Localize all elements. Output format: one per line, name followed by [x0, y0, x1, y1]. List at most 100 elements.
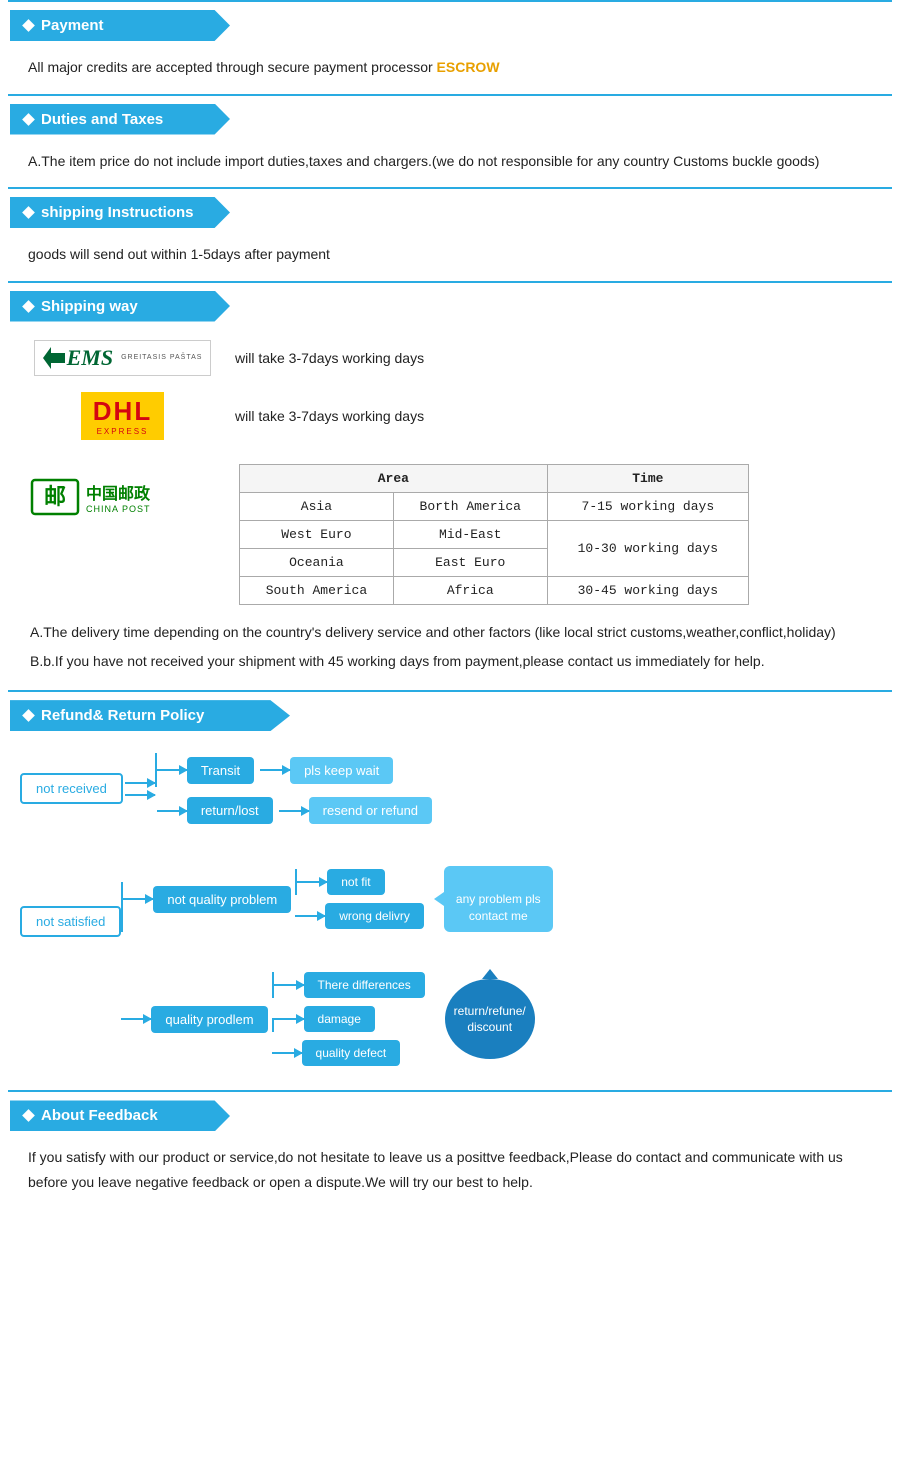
not-satisfied-group: not satisfied not quality problem	[20, 846, 880, 1066]
pls-keep-wait-label: pls keep wait	[304, 763, 379, 778]
diamond-icon	[22, 113, 35, 126]
not-received-label: not received	[36, 781, 107, 796]
dhl-delivery-text: will take 3-7days working days	[235, 408, 424, 424]
table-time-header: Time	[547, 464, 748, 492]
quality-prodlem-label: quality prodlem	[165, 1012, 253, 1027]
chinapost-en-text: CHINA POST	[86, 504, 151, 514]
table-area-header: Area	[240, 464, 548, 492]
payment-header: Payment	[10, 10, 230, 41]
quality-defect-box: quality defect	[302, 1040, 401, 1066]
duties-header-wrap: Duties and Taxes	[0, 104, 900, 135]
not-fit-label: not fit	[341, 875, 370, 889]
ems-delivery-text: will take 3-7days working days	[235, 350, 424, 366]
damage-label: damage	[318, 1012, 361, 1026]
not-quality-problem-label: not quality problem	[167, 892, 277, 907]
diamond-icon	[22, 206, 35, 219]
duties-section: Duties and Taxes A.The item price do not…	[0, 94, 900, 188]
refund-header: Refund& Return Policy	[10, 700, 290, 731]
there-differences-label: There differences	[318, 978, 411, 992]
not-received-group: not received	[20, 753, 880, 824]
payment-section: Payment All major credits are accepted t…	[0, 0, 900, 94]
table-row: West Euro	[240, 520, 394, 548]
diamond-icon	[22, 300, 35, 313]
shipping-instructions-header: shipping Instructions	[10, 197, 230, 228]
not-satisfied-left: not satisfied	[20, 906, 121, 937]
shipping-way-section: Shipping way EMS GREITASIS PAŠTAS will t…	[0, 281, 900, 691]
any-problem-bubble: any problem pls contact me	[444, 866, 553, 932]
shipping-instructions-title: shipping Instructions	[41, 204, 194, 221]
wrong-delivery-box: wrong delivry	[325, 903, 424, 929]
diamond-icon	[22, 19, 35, 32]
shipping-instructions-content: goods will send out within 1-5days after…	[0, 236, 900, 281]
pls-keep-wait-box: pls keep wait	[290, 757, 393, 784]
return-refund-label: return/refune/discount	[454, 1003, 526, 1037]
ems-icon	[43, 347, 65, 369]
not-satisfied-label: not satisfied	[36, 914, 105, 929]
feedback-section: About Feedback If you satisfy with our p…	[0, 1090, 900, 1208]
duties-content: A.The item price do not include import d…	[0, 143, 900, 188]
shipping-instructions-section: shipping Instructions goods will send ou…	[0, 187, 900, 281]
table-row: South America	[240, 576, 394, 604]
greitasis-text: GREITASIS PAŠTAS	[121, 354, 202, 361]
there-differences-box: There differences	[304, 972, 425, 998]
refund-header-wrap: Refund& Return Policy	[0, 700, 900, 731]
table-row: 30-45 working days	[547, 576, 748, 604]
table-row: Borth America	[393, 492, 547, 520]
table-row: Mid-East	[393, 520, 547, 548]
payment-title: Payment	[41, 17, 104, 34]
bubble-arrow-up	[482, 969, 498, 979]
dhl-express-text: EXPRESS	[97, 427, 149, 436]
resend-or-refund-box: resend or refund	[309, 797, 432, 824]
svg-text:邮: 邮	[44, 484, 66, 509]
table-row: Africa	[393, 576, 547, 604]
dhl-logo-box: DHL EXPRESS	[30, 392, 215, 440]
not-satisfied-box: not satisfied	[20, 906, 121, 937]
transit-box: Transit	[187, 757, 254, 784]
feedback-content: If you satisfy with our product or servi…	[0, 1139, 900, 1208]
duties-header: Duties and Taxes	[10, 104, 230, 135]
return-refund-bubble: return/refune/discount	[445, 979, 535, 1059]
shipping-way-header: Shipping way	[10, 291, 230, 322]
escrow-label: ESCROW	[437, 59, 500, 75]
feedback-header-wrap: About Feedback	[0, 1100, 900, 1131]
shipping-way-header-wrap: Shipping way	[0, 291, 900, 322]
not-received-box: not received	[20, 773, 123, 804]
quality-defect-label: quality defect	[316, 1046, 387, 1060]
table-row: East Euro	[393, 548, 547, 576]
chinapost-label: 中国邮政 CHINA POST	[86, 480, 151, 514]
dhl-logo: DHL EXPRESS	[81, 392, 164, 440]
delivery-note-1: A.The delivery time depending on the cou…	[30, 621, 870, 645]
feedback-title: About Feedback	[41, 1107, 158, 1124]
feedback-header: About Feedback	[10, 1100, 230, 1131]
payment-content: All major credits are accepted through s…	[0, 49, 900, 94]
any-problem-label: any problem pls contact me	[456, 892, 541, 923]
shipping-instructions-header-wrap: shipping Instructions	[0, 197, 900, 228]
diamond-icon	[22, 709, 35, 722]
payment-header-wrap: Payment	[0, 10, 900, 41]
delivery-note-2: B.b.If you have not received your shipme…	[30, 650, 870, 674]
ems-logo: EMS GREITASIS PAŠTAS	[34, 340, 212, 376]
chinapost-logo: 邮 中国邮政 CHINA POST	[30, 472, 215, 522]
flowchart: not received	[0, 739, 900, 1090]
payment-body: All major credits are accepted through s…	[28, 59, 433, 75]
feedback-body: If you satisfy with our product or servi…	[28, 1149, 843, 1190]
table-row: 10-30 working days	[547, 520, 748, 576]
table-row: Oceania	[240, 548, 394, 576]
dhl-text: DHL	[93, 396, 152, 427]
resend-or-refund-label: resend or refund	[323, 803, 418, 818]
wrong-delivery-label: wrong delivry	[339, 909, 410, 923]
chinapost-cn-text: 中国邮政	[86, 480, 151, 504]
refund-title: Refund& Return Policy	[41, 707, 204, 724]
transit-label: Transit	[201, 763, 240, 778]
ems-logo-box: EMS GREITASIS PAŠTAS	[30, 340, 215, 376]
refund-section: Refund& Return Policy not received	[0, 690, 900, 1090]
shipping-instructions-body: goods will send out within 1-5days after…	[28, 246, 330, 262]
table-row: 7-15 working days	[547, 492, 748, 520]
return-lost-box: return/lost	[187, 797, 273, 824]
table-row: Asia	[240, 492, 394, 520]
shipping-way-title: Shipping way	[41, 298, 138, 315]
diamond-icon	[22, 1110, 35, 1123]
quality-prodlem-box: quality prodlem	[151, 1006, 267, 1033]
return-lost-label: return/lost	[201, 803, 259, 818]
duties-body: A.The item price do not include import d…	[28, 153, 819, 169]
